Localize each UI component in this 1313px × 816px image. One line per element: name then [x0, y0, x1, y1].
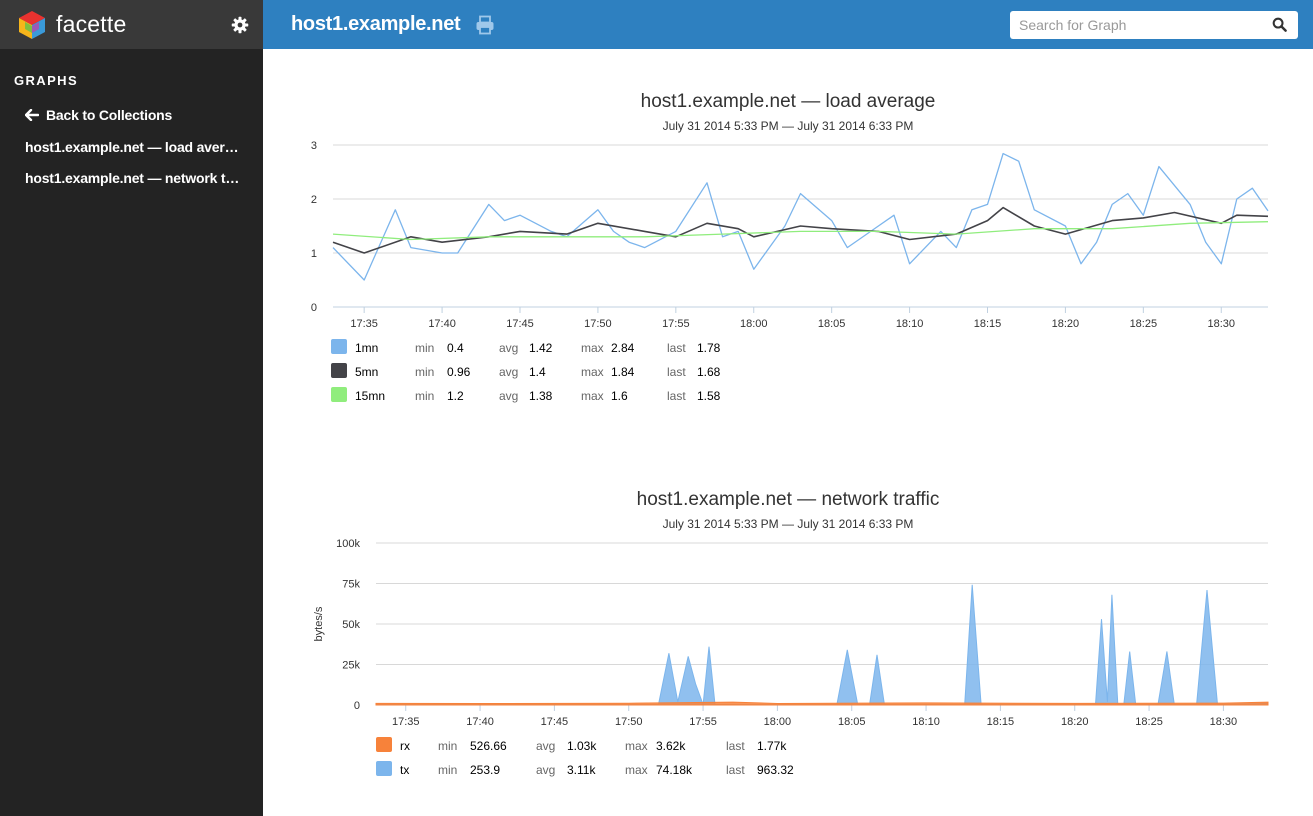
legend-swatch-rx[interactable] [376, 737, 392, 752]
legend-last-15mn: 1.58 [697, 389, 721, 403]
legend-avg-label-1mn: avg [499, 341, 519, 355]
legend-avg-1mn: 1.42 [529, 341, 553, 355]
graphs-canvas: 0 1 2 3 17:35 17:40 17:45 17:50 17:55 18:00 18:05 1… [311, 140, 1269, 728]
x-tick-label-load: 18:30 [1207, 318, 1235, 330]
legend-avg-tx: 3.11k [567, 763, 596, 777]
legend-min-label-5mn: min [415, 365, 435, 379]
y-axis-label-net: bytes/s [313, 606, 325, 641]
legend-swatch-tx[interactable] [376, 761, 392, 776]
legend-min-label-rx: min [438, 739, 458, 753]
legend-row-15mn[interactable]: 15mn min 1.2 avg 1.38 max 1.6 last 1.58 [331, 387, 751, 405]
legend-last-5mn: 1.68 [697, 365, 721, 379]
x-tick-label-net: 18:00 [764, 716, 792, 728]
legend-min-5mn: 0.96 [447, 365, 471, 379]
x-tick-label-load: 17:40 [428, 318, 456, 330]
legend-min-15mn: 1.2 [447, 389, 464, 403]
x-tick-label-net: 18:05 [838, 716, 866, 728]
series-line-1mn [332, 152, 1269, 281]
legend-min-rx: 526.66 [470, 739, 507, 753]
legend-avg-label-5mn: avg [499, 365, 519, 379]
legend-avg-15mn: 1.38 [529, 389, 553, 403]
legend-max-label-rx: max [625, 739, 648, 753]
y-tick-label-load: 0 [311, 302, 317, 314]
x-tick-label-load: 17:35 [350, 318, 378, 330]
legend-avg-label-15mn: avg [499, 389, 519, 403]
legend-last-label-1mn: last [667, 341, 686, 355]
x-tick-label-load: 18:25 [1130, 318, 1158, 330]
y-tick-label-net: 75k [342, 579, 360, 591]
x-tick-label-load: 17:55 [662, 318, 690, 330]
legend-avg-label-rx: avg [536, 739, 556, 753]
legend-swatch-1mn[interactable] [331, 339, 347, 354]
legend-min-1mn: 0.4 [447, 341, 464, 355]
legend-avg-label-tx: avg [536, 763, 556, 777]
legend-max-label-15mn: max [581, 389, 604, 403]
series-line-15mn [332, 221, 1269, 241]
legend-min-label-1mn: min [415, 341, 435, 355]
legend-last-label-15mn: last [667, 389, 686, 403]
legend-max-label-5mn: max [581, 365, 604, 379]
legend-max-1mn: 2.84 [611, 341, 635, 355]
x-tick-label-net: 17:50 [615, 716, 643, 728]
y-tick-label-load: 2 [311, 194, 317, 206]
y-tick-label-load: 1 [311, 248, 317, 260]
x-tick-label-net: 17:55 [689, 716, 717, 728]
y-tick-label-net: 50k [342, 619, 360, 631]
x-tick-label-net: 18:25 [1135, 716, 1163, 728]
y-tick-label-net: 0 [354, 700, 360, 712]
x-tick-label-net: 17:40 [466, 716, 494, 728]
legend-min-label-tx: min [438, 763, 458, 777]
legend-max-15mn: 1.6 [611, 389, 628, 403]
x-tick-label-net: 18:30 [1210, 716, 1238, 728]
x-tick-label-net: 18:10 [912, 716, 940, 728]
y-tick-label-net: 100k [336, 538, 360, 550]
x-tick-label-load: 18:05 [818, 318, 846, 330]
legend-avg-rx: 1.03k [567, 739, 597, 753]
legend-last-tx: 963.32 [757, 763, 794, 777]
legend-last-label-rx: last [726, 739, 745, 753]
legend-name-15mn: 15mn [355, 389, 386, 403]
legend-max-label-1mn: max [581, 341, 604, 355]
legend-last-rx: 1.77k [757, 739, 787, 753]
x-tick-label-net: 18:20 [1061, 716, 1089, 728]
legend-name-tx: tx [400, 763, 410, 777]
x-tick-label-load: 18:00 [740, 318, 768, 330]
legend-name-rx: rx [400, 739, 410, 753]
legend-min-label-15mn: min [415, 389, 435, 403]
legend-max-5mn: 1.84 [611, 365, 635, 379]
x-tick-label-load: 18:20 [1052, 318, 1080, 330]
x-tick-label-net: 17:35 [392, 716, 420, 728]
x-tick-label-load: 18:10 [896, 318, 924, 330]
y-tick-label-load: 3 [311, 140, 317, 152]
x-tick-label-load: 17:50 [584, 318, 612, 330]
legend-avg-5mn: 1.4 [529, 365, 546, 379]
legend-last-1mn: 1.78 [697, 341, 721, 355]
legend-last-label-tx: last [726, 763, 745, 777]
legend-row-rx[interactable]: rx min 526.66 avg 1.03k max 3.62k last 1.77k [376, 737, 796, 755]
series-area-tx [375, 584, 1269, 706]
series-line-5mn [332, 206, 1269, 254]
legend-max-tx: 74.18k [656, 763, 693, 777]
x-tick-label-net: 18:15 [987, 716, 1015, 728]
legend-min-tx: 253.9 [470, 763, 501, 777]
legend-last-label-5mn: last [667, 365, 686, 379]
x-tick-label-load: 17:45 [506, 318, 534, 330]
legend-row-1mn[interactable]: 1mn min 0.4 avg 1.42 max 2.84 last 1.78 [331, 339, 751, 357]
legend-swatch-5mn[interactable] [331, 363, 347, 378]
y-tick-label-net: 25k [342, 660, 360, 672]
legend-name-5mn: 5mn [355, 365, 379, 379]
x-tick-label-load: 18:15 [974, 318, 1002, 330]
legend-row-tx[interactable]: tx min 253.9 avg 3.11k max 74.18k last 963.32 [376, 761, 796, 779]
legend-max-label-tx: max [625, 763, 648, 777]
legend-row-5mn[interactable]: 5mn min 0.96 avg 1.4 max 1.84 last 1.68 [331, 363, 751, 381]
legend-swatch-15mn[interactable] [331, 387, 347, 402]
x-tick-label-net: 17:45 [541, 716, 569, 728]
legend-max-rx: 3.62k [656, 739, 686, 753]
legend-name-1mn: 1mn [355, 341, 379, 355]
